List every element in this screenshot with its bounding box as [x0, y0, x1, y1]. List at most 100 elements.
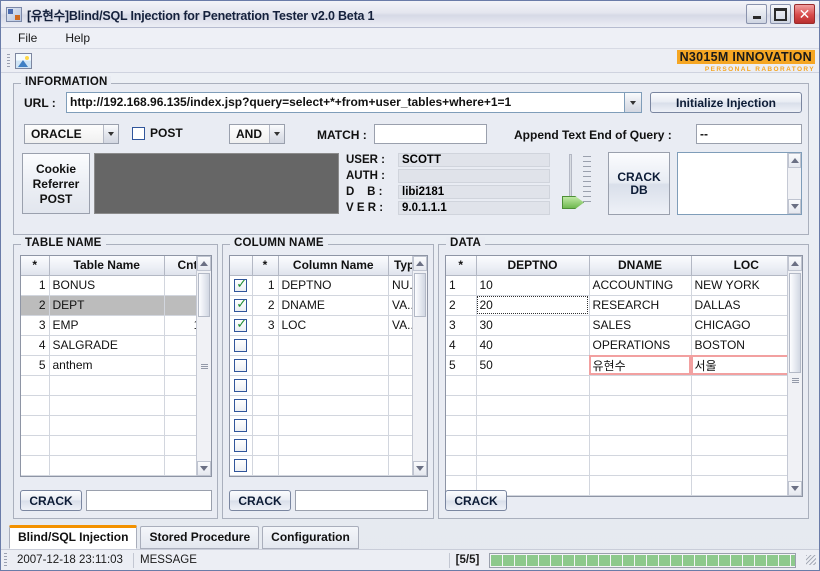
table-name-scrollbar[interactable] — [196, 256, 211, 476]
data-row-dname[interactable]: ACCOUNTING — [589, 275, 692, 296]
col-col-index[interactable]: * — [252, 256, 279, 276]
column-row-checkbox-cell[interactable]: ✓ — [230, 315, 253, 336]
append-text-input[interactable]: -- — [696, 124, 802, 144]
data-row-loc[interactable] — [691, 475, 802, 496]
column-name-grid[interactable]: * Column Name Type ✓ 1 DEPTNO NU... ✓ 2 DNAME V… — [229, 255, 428, 477]
column-row[interactable] — [230, 435, 427, 456]
crack-db-button[interactable]: CRACK DB — [608, 152, 670, 215]
column-row[interactable]: ✓ 1 DEPTNO NU... — [230, 275, 427, 296]
checkbox-icon[interactable] — [234, 459, 248, 473]
data-scroll-up[interactable] — [788, 256, 802, 271]
initialize-injection-button[interactable]: Initialize Injection — [650, 92, 802, 113]
data-scrollbar[interactable] — [787, 256, 802, 496]
data-row-dname[interactable]: OPERATIONS — [589, 335, 692, 356]
table-name-crack-button[interactable]: CRACK — [20, 490, 82, 511]
table-row[interactable] — [21, 455, 211, 476]
referrer-button[interactable]: Referrer — [33, 177, 80, 191]
column-name-crack-button[interactable]: CRACK — [229, 490, 291, 511]
data-grid[interactable]: * DEPTNO DNAME LOC 1 10 ACCOUNTING NEW YORK… — [445, 255, 803, 497]
data-row[interactable] — [446, 455, 802, 476]
data-row-loc[interactable] — [691, 435, 802, 456]
data-col-deptno[interactable]: DEPTNO — [476, 256, 590, 276]
checkbox-icon[interactable] — [234, 359, 248, 373]
header-textarea[interactable] — [94, 153, 339, 214]
checkbox-icon[interactable] — [234, 439, 248, 453]
crackdb-scroll-up[interactable] — [788, 153, 801, 168]
data-row-deptno[interactable]: 30 — [476, 315, 590, 336]
data-row-deptno[interactable]: 10 — [476, 275, 590, 296]
menu-item-file[interactable]: File — [15, 30, 40, 46]
data-row-loc[interactable]: DALLAS — [691, 295, 802, 316]
column-row-checkbox-cell[interactable] — [230, 455, 253, 476]
tbl-scroll-down[interactable] — [197, 461, 211, 476]
data-row-dname[interactable]: 유현수 — [589, 355, 692, 376]
column-row-checkbox-cell[interactable] — [230, 415, 253, 436]
column-name-crack-input[interactable] — [295, 490, 428, 511]
data-row-loc[interactable]: 서울 — [691, 355, 802, 376]
data-row-loc[interactable]: CHICAGO — [691, 315, 802, 336]
data-row-deptno[interactable] — [476, 455, 590, 476]
column-row-checkbox-cell[interactable] — [230, 335, 253, 356]
checkbox-icon[interactable] — [234, 419, 248, 433]
data-row-dname[interactable]: SALES — [589, 315, 692, 336]
checkbox-checked-icon[interactable]: ✓ — [234, 297, 248, 313]
post-button[interactable]: POST — [40, 192, 73, 206]
tbl-scroll-up[interactable] — [197, 256, 211, 271]
post-checkbox[interactable] — [132, 126, 145, 140]
data-col-loc[interactable]: LOC — [691, 256, 802, 276]
data-scroll-thumb[interactable] — [789, 273, 801, 373]
table-row[interactable] — [21, 415, 211, 436]
url-dropdown-arrow[interactable] — [624, 92, 642, 113]
column-row[interactable]: ✓ 3 LOC VA... — [230, 315, 427, 336]
data-row-loc[interactable]: BOSTON — [691, 335, 802, 356]
data-row-deptno[interactable] — [476, 435, 590, 456]
tab-stored-procedure[interactable]: Stored Procedure — [140, 526, 260, 549]
table-row[interactable]: 5anthem0 — [21, 355, 211, 376]
slider-thumb[interactable] — [562, 196, 584, 209]
data-row-loc[interactable] — [691, 415, 802, 436]
data-row-loc[interactable] — [691, 395, 802, 416]
data-crack-button[interactable]: CRACK — [445, 490, 507, 511]
minimize-button[interactable] — [746, 4, 767, 24]
column-row[interactable] — [230, 335, 427, 356]
col-scroll-thumb[interactable] — [414, 273, 426, 317]
data-row-dname[interactable] — [589, 395, 692, 416]
match-input[interactable] — [374, 124, 487, 144]
table-row[interactable]: 1BONUS2 — [21, 275, 211, 296]
data-row-deptno[interactable] — [476, 375, 590, 396]
column-row-checkbox-cell[interactable] — [230, 435, 253, 456]
data-row-deptno[interactable]: 50 — [476, 355, 590, 376]
cookie-button[interactable]: Cookie — [36, 162, 76, 176]
column-row[interactable]: ✓ 2 DNAME VA... — [230, 295, 427, 316]
data-row-loc[interactable] — [691, 455, 802, 476]
data-row-loc[interactable]: NEW YORK — [691, 275, 802, 296]
table-row[interactable] — [21, 395, 211, 416]
checkbox-checked-icon[interactable]: ✓ — [234, 277, 248, 293]
table-row[interactable]: 4SALGRADE5 — [21, 335, 211, 356]
data-row-dname[interactable] — [589, 455, 692, 476]
data-row[interactable]: 5 50 유현수 서울 — [446, 355, 802, 376]
col-col-check[interactable] — [230, 256, 253, 276]
speed-slider[interactable] — [559, 152, 599, 216]
data-row[interactable]: 1 10 ACCOUNTING NEW YORK — [446, 275, 802, 296]
data-row[interactable]: 4 40 OPERATIONS BOSTON — [446, 335, 802, 356]
column-row-checkbox-cell[interactable] — [230, 395, 253, 416]
tbl-col-name[interactable]: Table Name — [49, 256, 165, 276]
data-row-deptno[interactable]: 20 — [476, 295, 590, 316]
request-part-buttons[interactable]: Cookie Referrer POST — [22, 153, 90, 214]
column-row[interactable] — [230, 355, 427, 376]
tab-blind-sql-injection[interactable]: Blind/SQL Injection — [9, 525, 138, 549]
logic-operator-select[interactable]: AND — [229, 124, 285, 144]
crackdb-scroll-down[interactable] — [788, 199, 801, 214]
data-row-dname[interactable] — [589, 475, 692, 496]
table-name-crack-input[interactable] — [86, 490, 212, 511]
post-checkbox-row[interactable]: POST — [132, 126, 183, 140]
column-row[interactable] — [230, 395, 427, 416]
table-name-grid[interactable]: * Table Name Cnt 1BONUS22DEPT53EMP144SAL… — [20, 255, 212, 477]
tbl-scroll-thumb[interactable] — [198, 273, 210, 317]
data-col-dname[interactable]: DNAME — [589, 256, 692, 276]
column-row[interactable] — [230, 415, 427, 436]
data-col-index[interactable]: * — [446, 256, 477, 276]
data-row-dname[interactable] — [589, 435, 692, 456]
checkbox-icon[interactable] — [234, 399, 248, 413]
